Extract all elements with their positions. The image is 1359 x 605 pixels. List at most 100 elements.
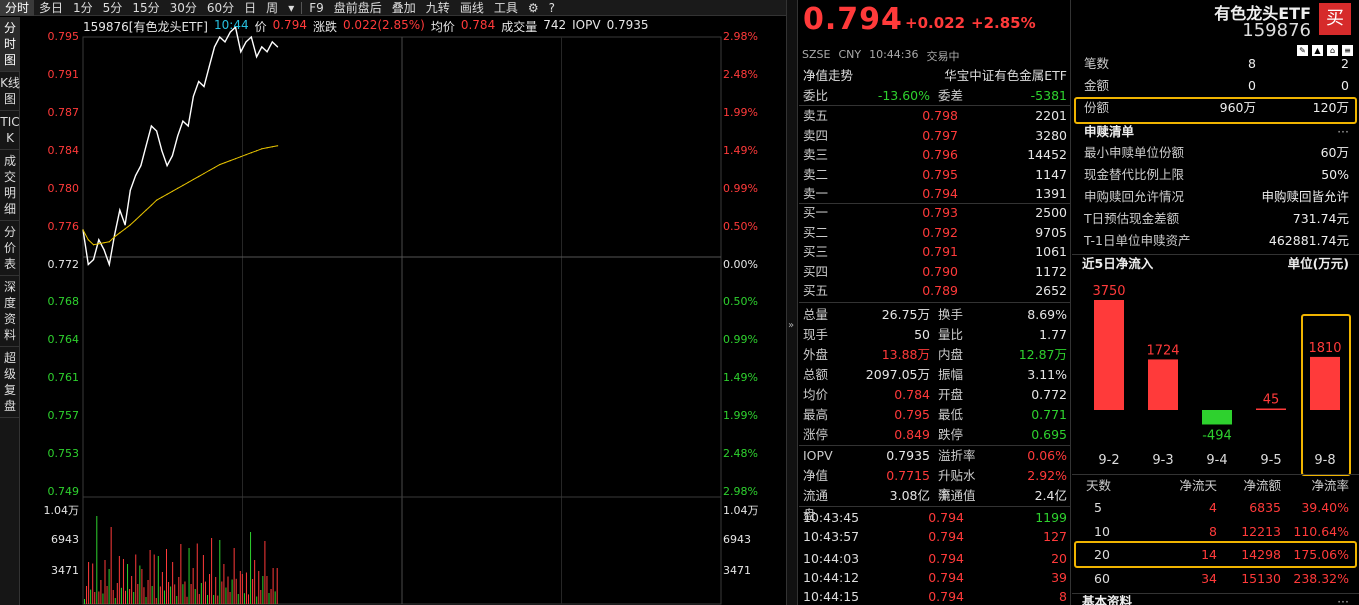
chevron-down-icon[interactable]: ▾ — [283, 0, 299, 16]
y-left-label: 0.795 — [47, 30, 80, 43]
subscribe-summary-row: 笔数 8 2 — [1072, 53, 1359, 75]
stat-row: IOPV 0.7935 溢折率 0.06% — [799, 446, 1071, 465]
price-change: +0.022 — [905, 14, 966, 32]
collapse-arrow-icon[interactable]: » — [788, 320, 794, 331]
timeframe-tab-8[interactable]: 周 — [261, 0, 283, 16]
y-left-label: 0.764 — [47, 333, 80, 347]
volume-bar — [168, 582, 170, 604]
stat-label: 流通值 — [938, 488, 976, 503]
stat-label: 均价 — [803, 387, 829, 402]
chart-price: 0.794 — [272, 18, 307, 32]
subscribe-summary-row: 金额 0 0 — [1072, 75, 1359, 97]
toolbar-item-3[interactable]: 九转 — [421, 0, 455, 16]
asks-row[interactable]: 卖四 0.797 3280 — [799, 126, 1071, 145]
buy-button[interactable]: 买 — [1319, 3, 1351, 35]
toolbar-item-1[interactable]: 盘前盘后 — [329, 0, 387, 16]
weicha-label: 委差 — [938, 88, 964, 103]
avg-point — [145, 209, 147, 211]
asks-price: 0.798 — [922, 108, 958, 123]
panel-divider[interactable]: » — [786, 0, 798, 605]
asks-row[interactable]: 卖一 0.794 1391 — [799, 184, 1071, 203]
toolbar-item-0[interactable]: F9 — [304, 0, 329, 16]
volume-bar — [252, 579, 254, 604]
stat-label: 最高 — [803, 407, 829, 422]
basic-header[interactable]: 基本资料 ··· — [1072, 591, 1359, 605]
volume-bar — [96, 516, 98, 604]
volume-bar — [155, 598, 157, 604]
highlight-shares-box — [1074, 97, 1357, 124]
bids-row[interactable]: 买一 0.793 2500 — [799, 203, 1071, 222]
timeframe-tab-3[interactable]: 5分 — [98, 0, 128, 16]
price-point — [208, 66, 210, 68]
gear-icon[interactable]: ⚙ — [523, 0, 544, 16]
avg-point — [171, 190, 174, 192]
stat-value: 0.784 — [894, 387, 930, 402]
timeframe-tab-2[interactable]: 1分 — [68, 0, 98, 16]
flow-net-amount: 6835 — [1249, 500, 1281, 515]
volume-bar — [272, 568, 274, 604]
toolbar-item-5[interactable]: 工具 — [489, 0, 523, 16]
asks-row[interactable]: 卖五 0.798 2201 — [799, 106, 1071, 125]
timeframe-tab-4[interactable]: 15分 — [127, 0, 164, 16]
summary-value-2: 0 — [1341, 78, 1349, 93]
intraday-chart[interactable] — [21, 17, 786, 605]
volume-bar — [207, 595, 208, 604]
stat-row: 流通盘 3.08亿 流通值 2.4亿 — [799, 486, 1071, 522]
stat-label: IOPV — [803, 448, 833, 463]
basic-more-icon[interactable]: ··· — [1272, 591, 1349, 605]
avg-point — [156, 199, 158, 201]
volume-bar — [94, 592, 96, 604]
tick-row: 10:43:57 0.794 127 — [799, 527, 1071, 546]
market-meta: SZSE CNY 10:44:36 交易中 — [802, 48, 960, 64]
left-tab-2[interactable]: TICK — [0, 111, 20, 150]
left-tab-3[interactable]: 成交明细 — [0, 150, 20, 221]
bids-row[interactable]: 买三 0.791 1061 — [799, 242, 1071, 261]
y-right-label: 1.99% — [723, 105, 758, 119]
summary-label: 笔数 — [1084, 56, 1110, 71]
toolbar-item-4[interactable]: 画线 — [455, 0, 489, 16]
left-vertical-tabs: 分时图 K线图 TICK 成交明细 分价表 深度资料 超级复盘 — [0, 17, 20, 605]
y-left-label: 0.772 — [47, 257, 80, 271]
timeframe-tab-1[interactable]: 多日 — [34, 0, 68, 16]
volume-bar — [178, 577, 180, 604]
avg-point — [208, 169, 210, 172]
timeframe-tab-0[interactable]: 分时 — [0, 0, 35, 16]
left-tab-4[interactable]: 分价表 — [0, 221, 20, 276]
timeframe-tab-5[interactable]: 30分 — [165, 0, 202, 16]
stat-row: 最高 0.795 最低 0.771 — [799, 405, 1071, 424]
more-icon[interactable]: ··· — [1272, 122, 1349, 142]
avg-point — [129, 224, 131, 226]
bids-row[interactable]: 买二 0.792 9705 — [799, 223, 1071, 242]
volume-bar — [133, 592, 135, 604]
y-left-label: 0.780 — [47, 181, 80, 195]
y-left-label: 0.768 — [47, 295, 80, 309]
left-tab-6[interactable]: 超级复盘 — [0, 347, 20, 418]
asks-row[interactable]: 卖二 0.795 1147 — [799, 165, 1071, 184]
price-point — [187, 125, 189, 127]
left-tab-1[interactable]: K线图 — [0, 72, 20, 111]
bids-row[interactable]: 买五 0.789 2652 — [799, 281, 1071, 300]
price-point — [224, 41, 226, 43]
y-right-label: 0.00% — [723, 257, 758, 271]
timeframe-tab-7[interactable]: 日 — [239, 0, 261, 16]
left-tab-0[interactable]: 分时图 — [0, 17, 20, 72]
left-tab-5[interactable]: 深度资料 — [0, 276, 20, 347]
tick-volume: 1199 — [1035, 510, 1067, 525]
weibi-label: 委比 — [803, 88, 829, 103]
avg-point — [82, 229, 84, 231]
toolbar-item-2[interactable]: 叠加 — [387, 0, 421, 16]
price-point — [203, 85, 205, 88]
price-point — [171, 155, 174, 157]
volume-bar — [196, 543, 198, 604]
bids-row[interactable]: 买四 0.790 1172 — [799, 262, 1071, 281]
timeframe-tab-6[interactable]: 60分 — [202, 0, 239, 16]
flow-title: 近5日净流入 — [1082, 256, 1154, 271]
chart-toolbar: 分时 多日 1分 5分 15分 30分 60分日周 ▾ F9 盘前盘后 叠加 九转 画线 工具 ⚙? — [0, 0, 786, 16]
asks-volume: 3280 — [1035, 127, 1067, 143]
volume-bar — [88, 562, 90, 604]
subscribe-header[interactable]: 申赎清单 ··· — [1072, 122, 1359, 142]
nav-trend-row[interactable]: 净值走势 华宝中证有色金属ETF — [799, 66, 1071, 85]
question-icon[interactable]: ? — [544, 0, 560, 16]
asks-row[interactable]: 卖三 0.796 14452 — [799, 145, 1071, 164]
stat-value: 13.88万 — [881, 347, 930, 362]
